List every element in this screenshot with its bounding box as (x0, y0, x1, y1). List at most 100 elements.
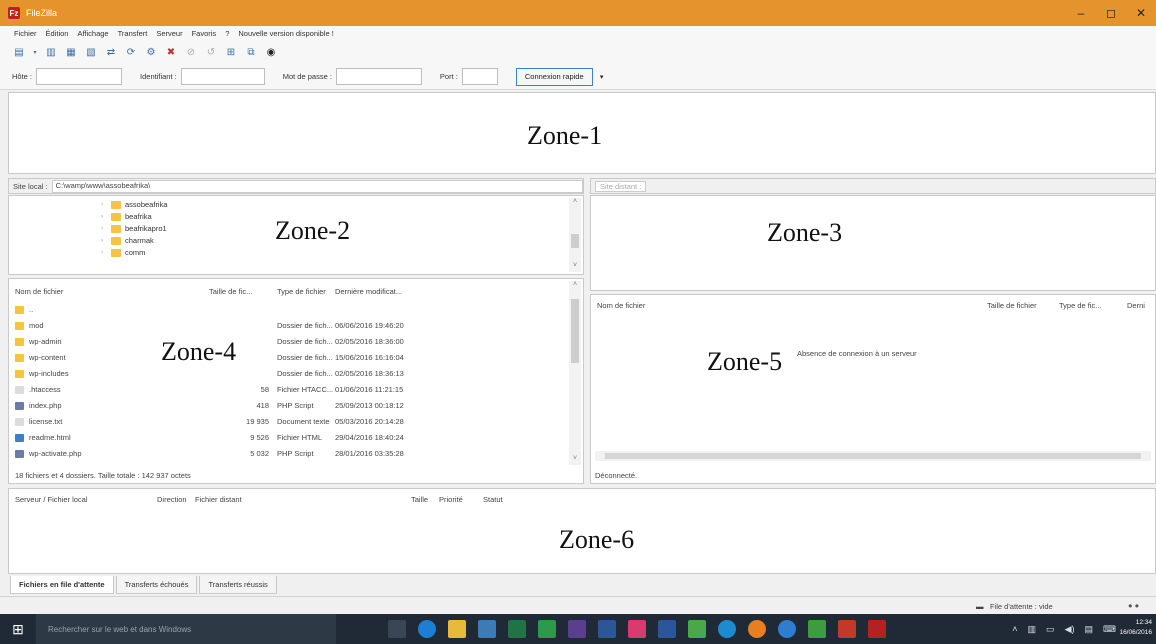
table-row[interactable]: .htaccess 58 Fichier HTACC... 01/06/2016 11… (9, 383, 569, 397)
close-button[interactable]: ✕ (1126, 0, 1156, 26)
photoshop-icon[interactable] (598, 620, 616, 638)
keyboard-icon[interactable]: ⌨ (1103, 624, 1116, 635)
tree-item[interactable]: › beafrikapro1 (101, 224, 167, 233)
col-lastmodified[interactable]: Dernière modificat... (335, 287, 402, 296)
acrobat-icon[interactable] (838, 620, 856, 638)
table-row[interactable]: readme.html 9 526 Fichier HTML 29/04/2016 1… (9, 431, 569, 445)
word-icon[interactable] (658, 620, 676, 638)
user-input[interactable] (180, 68, 265, 85)
remote-horizontal-scrollbar[interactable] (595, 451, 1151, 461)
transfer-queue-icon[interactable]: ⇄ (104, 45, 118, 59)
local-list-scrollbar[interactable]: ˄ ˅ (569, 281, 581, 465)
menu-fichier[interactable]: Fichier (14, 29, 37, 38)
compare-icon[interactable]: ⧉ (244, 45, 258, 59)
col-filetype[interactable]: Type de fichier (277, 287, 326, 296)
store-icon[interactable] (478, 620, 496, 638)
windows-start-icon[interactable]: ⊞ (0, 614, 36, 644)
menu-affichage[interactable]: Affichage (77, 29, 108, 38)
menu-serveur[interactable]: Serveur (156, 29, 182, 38)
process-queue-icon[interactable]: ⚙ (144, 45, 158, 59)
refresh-icon[interactable]: ⟳ (124, 45, 138, 59)
network-icon[interactable]: ▥ (1028, 624, 1037, 635)
scroll-thumb[interactable] (571, 299, 579, 363)
tree-item[interactable]: › beafrika (101, 212, 152, 221)
tab-queued-files[interactable]: Fichiers en file d'attente (10, 576, 114, 594)
dropdown-icon[interactable]: ▾ (32, 45, 38, 59)
password-input[interactable] (335, 68, 422, 85)
table-row[interactable]: license.txt 19 935 Document texte 05/03/201… (9, 415, 569, 429)
onenote-icon[interactable] (568, 620, 586, 638)
cancel-icon[interactable]: ✖ (164, 45, 178, 59)
menu-transfert[interactable]: Transfert (118, 29, 148, 38)
col-filesize[interactable]: Taille de fic... (209, 287, 252, 296)
firefox-icon[interactable] (748, 620, 766, 638)
scroll-thumb[interactable] (571, 234, 579, 248)
remote-tree-icon[interactable]: ▧ (84, 45, 98, 59)
filezilla-taskbar-icon[interactable] (868, 620, 886, 638)
maximize-button[interactable]: ◻ (1096, 0, 1126, 26)
tray-chevron-icon[interactable]: ˄ (1012, 624, 1017, 634)
app-icon[interactable] (688, 620, 706, 638)
excel-icon[interactable] (508, 620, 526, 638)
volume-icon[interactable]: ◀) (1065, 624, 1075, 635)
disconnect-icon[interactable]: ⊘ (184, 45, 198, 59)
col-filetype[interactable]: Type de fic... (1059, 301, 1102, 310)
local-tree-scrollbar[interactable]: ˄ ˅ (569, 198, 581, 272)
host-input[interactable] (36, 68, 123, 85)
tab-successful-transfers[interactable]: Transferts réussis (199, 576, 277, 594)
notification-icon[interactable]: ▤ (1084, 624, 1093, 635)
reconnect-icon[interactable]: ↺ (204, 45, 218, 59)
message-log-icon[interactable]: ▥ (44, 45, 58, 59)
tab-failed-transfers[interactable]: Transferts échoués (115, 576, 198, 594)
table-row[interactable]: mod Dossier de fich... 06/06/2016 19:46:20 (9, 319, 569, 333)
tree-item[interactable]: › comm (101, 248, 145, 257)
table-row[interactable]: wp-content Dossier de fich... 15/06/2016 1… (9, 351, 569, 365)
edge-icon[interactable] (418, 620, 436, 638)
notepad-icon[interactable] (808, 620, 826, 638)
port-input[interactable] (461, 68, 498, 85)
menu-favoris[interactable]: Favoris (192, 29, 217, 38)
battery-icon[interactable]: ▭ (1046, 624, 1055, 635)
menu-edition[interactable]: Édition (46, 29, 69, 38)
col-lastmodified[interactable]: Derni (1127, 301, 1145, 310)
scroll-up-icon[interactable]: ˄ (569, 281, 581, 291)
scroll-up-icon[interactable]: ˄ (569, 198, 581, 208)
menu-new-version[interactable]: Nouvelle version disponible ! (238, 29, 333, 38)
col-size[interactable]: Taille (411, 495, 428, 504)
remote-site-label[interactable]: Site distant : (595, 180, 647, 192)
local-tree-icon[interactable]: ▦ (64, 45, 78, 59)
quickconnect-dropdown-icon[interactable]: ▾ (595, 68, 609, 86)
site-manager-icon[interactable]: ▤ (12, 45, 26, 59)
col-filename[interactable]: Nom de fichier (597, 301, 645, 310)
col-server-local[interactable]: Serveur / Fichier local (15, 495, 88, 504)
col-priority[interactable]: Priorité (439, 495, 463, 504)
taskbar-clock[interactable]: 12:34 16/06/2016 (1119, 618, 1152, 638)
filter-icon[interactable]: ⊞ (224, 45, 238, 59)
table-row[interactable]: wp-admin Dossier de fich... 02/05/2016 18:… (9, 335, 569, 349)
col-status[interactable]: Statut (483, 495, 503, 504)
message-log-panel[interactable]: Zone-1 (8, 92, 1156, 174)
quickconnect-button[interactable]: Connexion rapide (515, 67, 593, 86)
local-path-input[interactable]: C:\wamp\www\assobeafrika\ (51, 179, 583, 193)
col-direction[interactable]: Direction (157, 495, 187, 504)
scroll-down-icon[interactable]: ˅ (569, 262, 581, 272)
menu-help[interactable]: ? (225, 29, 229, 38)
skype-icon[interactable] (718, 620, 736, 638)
taskbar-search[interactable]: Rechercher sur le web et dans Windows (36, 614, 336, 644)
minimize-button[interactable]: – (1066, 0, 1096, 26)
table-row[interactable]: wp-includes Dossier de fich... 02/05/2016 … (9, 367, 569, 381)
file-explorer-icon[interactable] (448, 620, 466, 638)
media-icon[interactable] (628, 620, 646, 638)
col-filesize[interactable]: Taille de fichier (987, 301, 1037, 310)
table-row[interactable]: .. (9, 303, 569, 317)
table-row[interactable]: wp-activate.php 5 032 PHP Script 28/01/2016… (9, 447, 569, 461)
tree-item[interactable]: › charmak (101, 236, 154, 245)
chrome-icon[interactable] (778, 620, 796, 638)
scroll-down-icon[interactable]: ˅ (569, 455, 581, 465)
tree-item[interactable]: › assobeafrika (101, 200, 168, 209)
task-view-icon[interactable] (388, 620, 406, 638)
table-row[interactable]: index.php 418 PHP Script 25/09/2013 00:18:1… (9, 399, 569, 413)
col-remote-file[interactable]: Fichier distant (195, 495, 242, 504)
col-filename[interactable]: Nom de fichier (15, 287, 63, 296)
scroll-thumb[interactable] (605, 453, 1141, 459)
